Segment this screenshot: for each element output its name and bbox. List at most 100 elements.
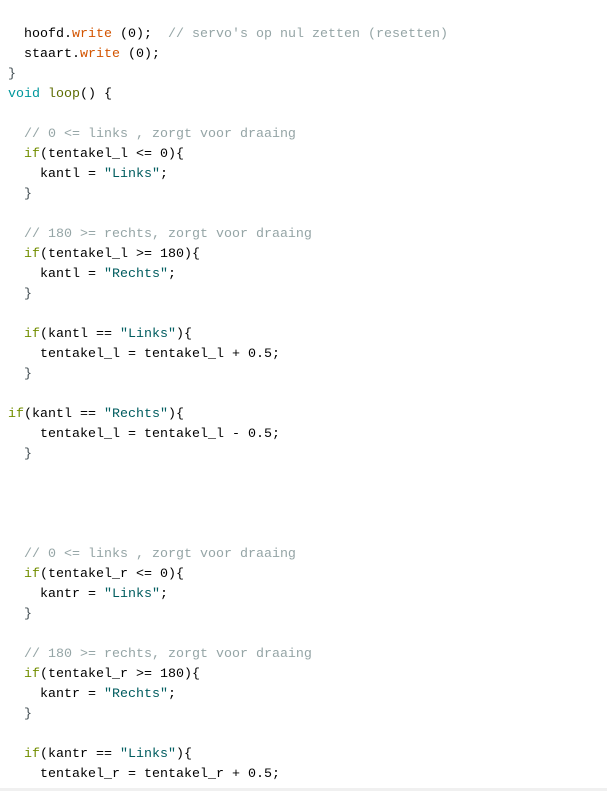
code-line: if(kantl == "Rechts"){ bbox=[8, 405, 448, 425]
code-token-keyword: if bbox=[24, 327, 40, 342]
code-line: } bbox=[8, 365, 448, 385]
code-token-plain: (tentakel_l >= 180){ bbox=[40, 247, 200, 262]
code-token-string: "Rechts" bbox=[103, 267, 168, 282]
code-listing: hoofd.write (0); // servo's op nul zette… bbox=[8, 25, 448, 785]
code-token-brace: } bbox=[8, 287, 32, 302]
code-token-method: write bbox=[72, 27, 112, 42]
code-token-string: "Rechts" bbox=[103, 407, 168, 422]
code-token-plain: ; bbox=[159, 167, 168, 182]
code-token-keyword: if bbox=[8, 407, 24, 422]
code-token-plain: ){ bbox=[175, 747, 192, 762]
code-token-plain: tentakel_l = tentakel_l - 0.5; bbox=[8, 427, 280, 442]
code-token-keyword: if bbox=[24, 567, 40, 582]
code-line: } bbox=[8, 285, 448, 305]
code-line: hoofd.write (0); // servo's op nul zette… bbox=[8, 25, 448, 45]
code-line: tentakel_l = tentakel_l + 0.5; bbox=[8, 345, 448, 365]
code-token-plain: (kantl == bbox=[40, 327, 120, 342]
code-line: if(tentakel_r >= 180){ bbox=[8, 665, 448, 685]
code-line: if(kantl == "Links"){ bbox=[8, 325, 448, 345]
code-token-plain: hoofd. bbox=[8, 27, 72, 42]
code-token-comment: // 180 >= rechts, zorgt voor draaing bbox=[8, 647, 312, 662]
code-token-string: "Rechts" bbox=[103, 687, 168, 702]
code-line: kantl = "Links"; bbox=[8, 165, 448, 185]
code-token-brace: } bbox=[8, 367, 32, 382]
code-token-plain: ){ bbox=[167, 407, 184, 422]
code-line: if(tentakel_r <= 0){ bbox=[8, 565, 448, 585]
code-line: } bbox=[8, 445, 448, 465]
code-token-plain: ; bbox=[167, 687, 176, 702]
code-token-plain: ; bbox=[159, 587, 168, 602]
code-token-func: loop bbox=[48, 87, 80, 102]
code-line: kantr = "Rechts"; bbox=[8, 685, 448, 705]
code-token-brace: } bbox=[8, 67, 16, 82]
code-token-string: "Links" bbox=[103, 587, 160, 602]
code-line: } bbox=[8, 605, 448, 625]
code-line: if(tentakel_l <= 0){ bbox=[8, 145, 448, 165]
code-line: // 180 >= rechts, zorgt voor draaing bbox=[8, 645, 448, 665]
code-token-plain: kantl = bbox=[8, 167, 104, 182]
code-line: staart.write (0); bbox=[8, 45, 448, 65]
code-token-string: "Links" bbox=[119, 747, 176, 762]
code-token-plain: tentakel_r = tentakel_r + 0.5; bbox=[8, 767, 280, 782]
code-line: if(kantr == "Links"){ bbox=[8, 745, 448, 765]
code-token-comment: // servo's op nul zetten (resetten) bbox=[168, 27, 448, 42]
code-token-plain: (kantr == bbox=[40, 747, 120, 762]
code-token-plain: kantr = bbox=[8, 687, 104, 702]
code-token-plain: (tentakel_r >= 180){ bbox=[40, 667, 200, 682]
code-token-keyword: if bbox=[24, 747, 40, 762]
code-line: } bbox=[8, 65, 448, 85]
code-token-method: write bbox=[79, 47, 120, 62]
code-line: // 0 <= links , zorgt voor draaing bbox=[8, 125, 448, 145]
code-line: kantl = "Rechts"; bbox=[8, 265, 448, 285]
code-token-plain: ){ bbox=[175, 327, 192, 342]
code-token-plain: ; bbox=[167, 267, 176, 282]
code-line: // 0 <= links , zorgt voor draaing bbox=[8, 545, 448, 565]
code-token-plain: kantl = bbox=[8, 267, 104, 282]
code-token-plain: (tentakel_l <= 0){ bbox=[40, 147, 184, 162]
code-line: tentakel_r = tentakel_r + 0.5; bbox=[8, 765, 448, 785]
code-token-type: void bbox=[8, 87, 40, 102]
code-line: void loop() { bbox=[8, 85, 448, 105]
code-token-plain: (tentakel_r <= 0){ bbox=[40, 567, 184, 582]
code-token-comment: // 180 >= rechts, zorgt voor draaing bbox=[8, 227, 312, 242]
code-line: kantr = "Links"; bbox=[8, 585, 448, 605]
code-token-keyword: if bbox=[24, 147, 40, 162]
code-token-plain: (0); bbox=[119, 47, 160, 62]
code-token-brace: } bbox=[8, 607, 32, 622]
code-line: } bbox=[8, 185, 448, 205]
code-token-plain: staart. bbox=[8, 47, 80, 62]
code-token-string: "Links" bbox=[119, 327, 176, 342]
code-line: } bbox=[8, 705, 448, 725]
code-token-plain: tentakel_l = tentakel_l + 0.5; bbox=[8, 347, 280, 362]
code-line: tentakel_l = tentakel_l - 0.5; bbox=[8, 425, 448, 445]
code-token-keyword: if bbox=[24, 247, 40, 262]
code-token-plain: () { bbox=[80, 87, 112, 102]
code-token-plain: kantr = bbox=[8, 587, 104, 602]
code-token-plain: (kantl == bbox=[24, 407, 104, 422]
code-token-brace: } bbox=[8, 187, 32, 202]
code-token-plain: (0); bbox=[112, 27, 168, 42]
code-token-brace: } bbox=[8, 707, 32, 722]
code-token-keyword: if bbox=[24, 667, 40, 682]
code-line: // 180 >= rechts, zorgt voor draaing bbox=[8, 225, 448, 245]
code-line: if(tentakel_l >= 180){ bbox=[8, 245, 448, 265]
code-token-string: "Links" bbox=[103, 167, 160, 182]
code-token-comment: // 0 <= links , zorgt voor draaing bbox=[8, 547, 296, 562]
